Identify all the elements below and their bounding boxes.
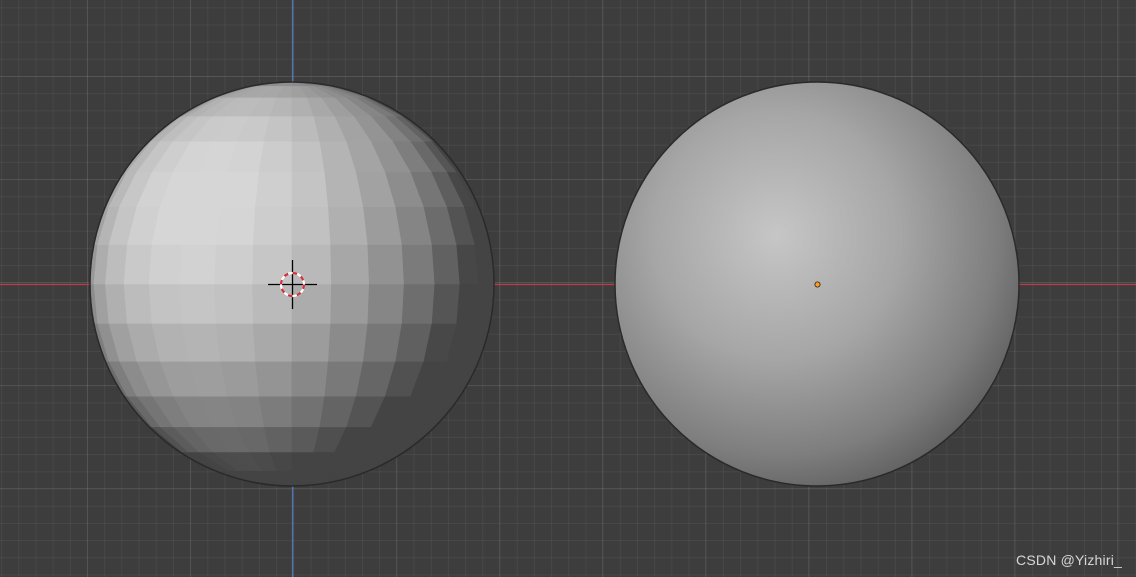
sphere-face (148, 283, 183, 324)
sphere-face (328, 206, 369, 245)
sphere-face (220, 171, 260, 207)
sphere-face (367, 283, 405, 324)
sphere-face (330, 244, 370, 285)
sphere-face (431, 283, 461, 324)
sphere-face (148, 244, 183, 285)
sphere-face (363, 206, 403, 245)
sphere-face (291, 171, 329, 207)
3d-viewport[interactable]: CSDN @Yizhiri_ (0, 0, 1136, 577)
sphere-face (220, 360, 260, 397)
sphere-face (252, 283, 293, 324)
sphere-face (105, 244, 128, 285)
sphere-face (291, 323, 331, 362)
sphere-face (291, 283, 332, 324)
sphere-face (255, 171, 293, 207)
sphere-face (181, 206, 221, 245)
sphere-face (258, 140, 293, 173)
watermark-text: CSDN @Yizhiri_ (1016, 552, 1122, 568)
sphere-face (291, 206, 331, 245)
sphere-face (431, 244, 461, 285)
sphere-face (215, 323, 256, 362)
sphere-face (181, 323, 221, 362)
sphere-face (105, 283, 128, 324)
sphere-face (367, 244, 405, 285)
sphere-face (291, 140, 326, 173)
sphere-face (123, 244, 153, 285)
sphere-face (401, 244, 436, 285)
sphere-face (401, 283, 436, 324)
sphere-face (214, 283, 254, 324)
sphere-face (179, 244, 217, 285)
sphere-face (330, 283, 370, 324)
sphere-face (258, 395, 293, 428)
sphere-face (253, 206, 293, 245)
sphere-face (252, 244, 293, 285)
sphere-face (363, 323, 403, 362)
sphere-face (214, 244, 254, 285)
object-origin-dot (814, 281, 821, 288)
sphere-face (291, 244, 332, 285)
sphere-face (179, 283, 217, 324)
sphere-face (215, 206, 256, 245)
sphere-face (291, 360, 329, 397)
sphere-face (255, 360, 293, 397)
sphere-face (291, 395, 326, 428)
sphere-face (123, 283, 153, 324)
sphere-face (253, 323, 293, 362)
sphere-face (328, 323, 369, 362)
